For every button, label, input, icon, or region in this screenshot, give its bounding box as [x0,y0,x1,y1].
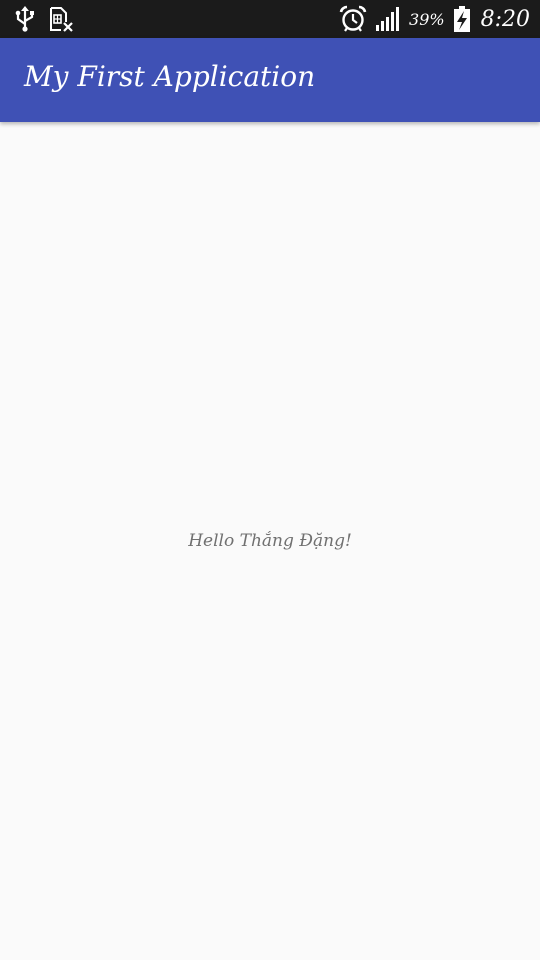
app-bar: My First Application [0,38,540,122]
hello-text: Hello Thắng Đặng! [188,531,352,551]
clock: 8:20 [480,6,530,32]
status-bar: 39% 8:20 [0,0,540,38]
signal-icon [375,6,401,32]
status-bar-left [14,6,74,32]
sim-card-icon [48,6,74,32]
usb-icon [14,6,36,32]
status-bar-right: 39% 8:20 [339,4,530,34]
main-content: Hello Thắng Đặng! [0,122,540,960]
app-title: My First Application [24,60,316,93]
battery-percent: 39% [409,9,445,29]
battery-charging-icon [453,5,471,33]
alarm-icon [339,5,367,33]
